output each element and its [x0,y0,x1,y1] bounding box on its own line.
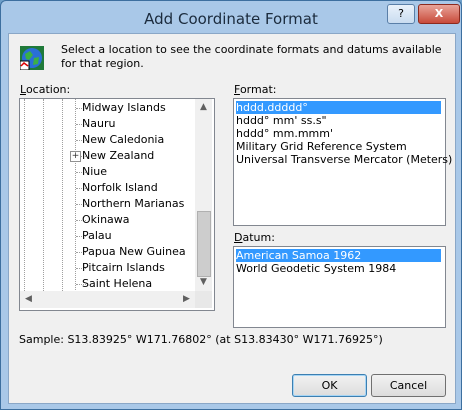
close-button[interactable]: X [418,4,460,24]
scroll-up-icon[interactable]: ▲ [195,99,212,116]
location-hscrollbar[interactable]: ◀ ▶ [20,291,195,308]
datum-label: Datum: [234,231,275,244]
help-icon: ? [398,7,404,20]
location-tree[interactable]: Midway Islands Nauru New Caledonia + New Zea… [19,98,215,311]
dialog-window: Add Coordinate Format ? X Select a locat… [0,0,462,410]
location-vscrollbar[interactable]: ▲ ▼ [195,99,212,291]
tree-item[interactable]: Papua New Guinea [82,245,186,259]
close-icon: X [434,7,444,20]
scroll-left-icon[interactable]: ◀ [20,291,37,308]
cancel-button[interactable]: Cancel [371,374,446,397]
datum-list[interactable]: American Samoa 1962 World Geodetic System… [233,246,446,328]
tree-item[interactable]: Saint Helena [82,277,152,291]
format-list[interactable]: hddd.ddddd° hddd° mm' ss.s" hddd° mm.mmm' M… [233,98,452,226]
dialog-body: Select a location to see the coordinate … [8,33,456,404]
globe-icon [20,46,44,70]
list-item[interactable]: World Geodetic System 1984 [236,262,441,275]
tree-item[interactable]: New Zealand [82,149,154,163]
format-label: Format: [234,83,277,96]
location-label: Location: [20,83,71,96]
sample-text: Sample: S13.83925° W171.76802° (at S13.8… [19,333,383,346]
expand-icon[interactable]: + [70,151,81,162]
list-item[interactable]: Military Grid Reference System [236,140,441,153]
tree-item[interactable]: Okinawa [82,213,130,227]
list-item[interactable]: hddd° mm.mmm' [236,127,441,140]
list-item[interactable]: hddd° mm' ss.s" [236,114,441,127]
scroll-corner [195,291,212,308]
scroll-down-icon[interactable]: ▼ [195,274,212,291]
tree-item[interactable]: Northern Marianas [82,197,184,211]
tree-item[interactable]: Niue [82,165,107,179]
list-item[interactable]: American Samoa 1962 [236,249,441,262]
list-item[interactable]: hddd.ddddd° [236,101,441,114]
title-bar[interactable]: Add Coordinate Format ? X [1,1,461,34]
tree-item[interactable]: Pitcairn Islands [82,261,165,275]
tree-item[interactable]: New Caledonia [82,133,164,147]
tree-item[interactable]: Palau [82,229,112,243]
tree-item[interactable]: Nauru [82,117,115,131]
help-button[interactable]: ? [387,4,415,24]
ok-button[interactable]: OK [292,374,367,397]
intro-text: Select a location to see the coordinate … [61,43,442,70]
scroll-right-icon[interactable]: ▶ [178,291,195,308]
list-item[interactable]: Universal Transverse Mercator (Meters) [236,153,452,166]
tree-item[interactable]: Norfolk Island [82,181,158,195]
scroll-thumb[interactable] [197,211,211,277]
tree-item[interactable]: Midway Islands [82,101,166,115]
